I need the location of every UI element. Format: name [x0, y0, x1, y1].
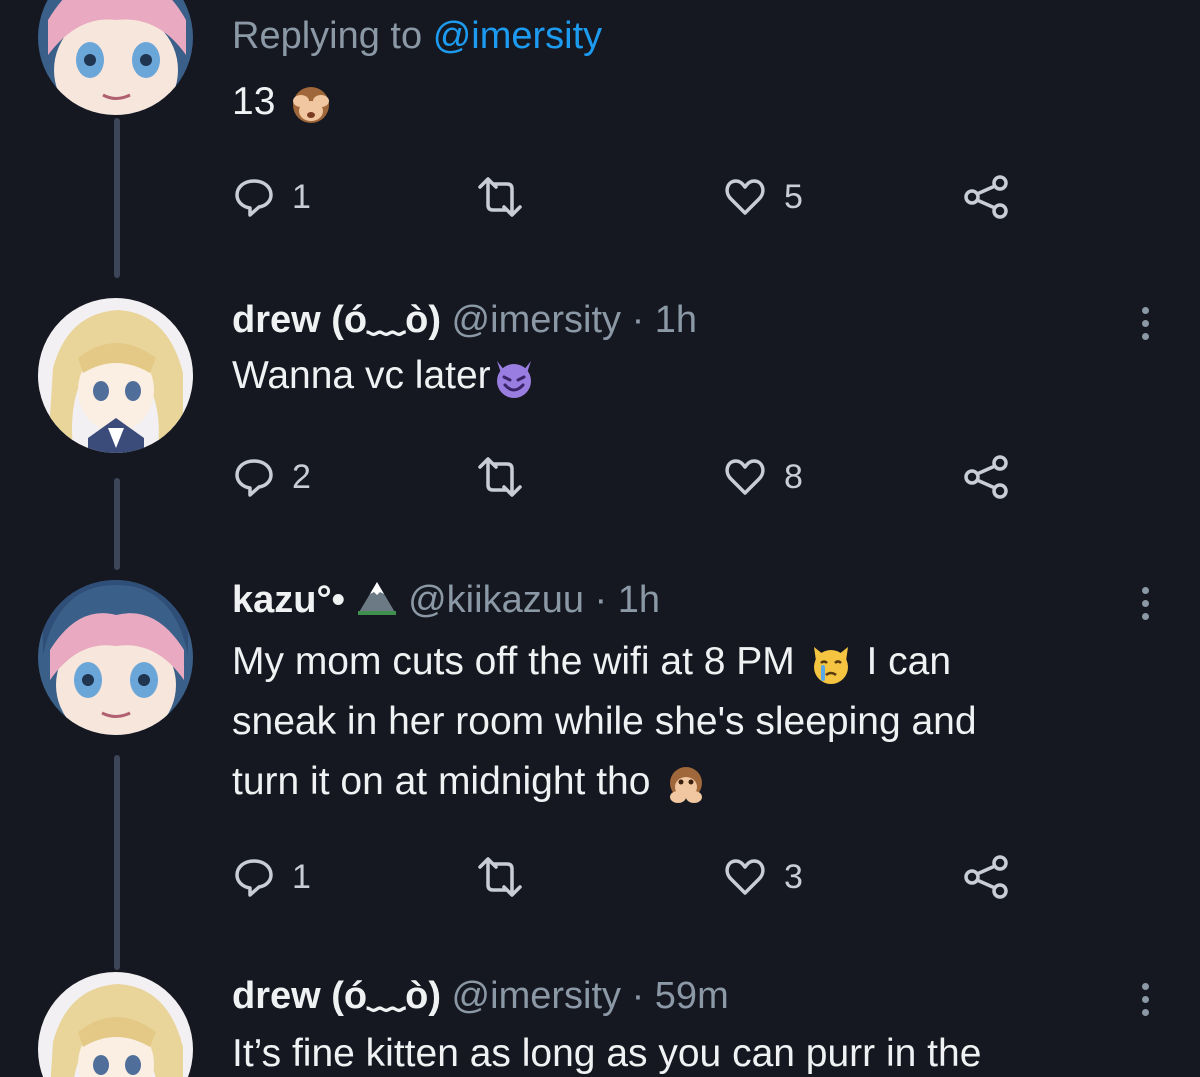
reply-button[interactable]: 1 [232, 172, 311, 222]
separator-dot: · [631, 299, 645, 341]
share-button[interactable] [962, 172, 1012, 222]
reply-thread: Replying to @imersity 13 1 5 drew (ó﹏ò) … [0, 0, 1200, 1077]
tweet-text-content: It’s fine kitten as long as you can purr… [232, 1032, 982, 1075]
tweet-text-line-1: My mom cuts off the wifi at 8 PM [232, 640, 795, 683]
share-icon [964, 175, 1008, 219]
reply-icon [235, 179, 273, 217]
share-icon [964, 455, 1008, 499]
tweet-header: drew (ó﹏ò) @imersity · 1h [232, 298, 1160, 342]
tweet-text: My mom cuts off the wifi at 8 PM I can s… [232, 632, 1160, 812]
reply-button[interactable]: 1 [232, 852, 311, 902]
thread-connector [114, 478, 120, 570]
heart-icon [725, 459, 765, 495]
display-name[interactable]: drew (ó﹏ò) [232, 299, 441, 341]
user-handle[interactable]: @imersity [452, 299, 621, 341]
like-count: 8 [784, 457, 803, 496]
mountain-emoji-icon [357, 582, 396, 615]
retweet-icon [478, 857, 522, 897]
more-vertical-icon [1141, 306, 1149, 314]
thread-connector [114, 755, 120, 970]
anime-avatar-blonde-icon [38, 298, 193, 453]
more-options-button[interactable] [1130, 578, 1160, 628]
crying-cat-emoji-icon [813, 646, 848, 684]
display-name[interactable]: drew (ó﹏ò) [232, 975, 441, 1017]
timestamp[interactable]: 59m [655, 975, 729, 1017]
retweet-button[interactable] [472, 852, 528, 902]
smiling-devil-emoji-icon [496, 360, 531, 398]
tweet-header: drew (ó﹏ò) @imersity · 59m [232, 974, 1160, 1018]
more-options-button[interactable] [1130, 974, 1160, 1024]
like-button[interactable]: 8 [722, 452, 803, 502]
reply-button[interactable]: 2 [232, 452, 311, 502]
tweet-actions: 1 3 [232, 852, 1032, 902]
user-handle[interactable]: @kiikazuu [408, 579, 584, 621]
retweet-icon [478, 457, 522, 497]
like-count: 3 [784, 857, 803, 896]
avatar[interactable] [38, 580, 193, 735]
tweet-text: 13 [232, 72, 1160, 132]
like-button[interactable]: 3 [722, 852, 803, 902]
separator-dot: · [631, 975, 645, 1017]
retweet-button[interactable] [472, 452, 528, 502]
separator-dot: · [594, 579, 608, 621]
tweet-text: It’s fine kitten as long as you can purr… [232, 1024, 1160, 1077]
display-name[interactable]: kazu°• [232, 579, 345, 621]
more-vertical-icon [1141, 586, 1149, 594]
avatar[interactable] [38, 0, 193, 115]
tweet[interactable]: drew (ó﹏ò) @imersity · 1h Wanna vc later [232, 298, 1160, 406]
see-no-evil-monkey-emoji-icon [293, 86, 330, 123]
more-vertical-icon [1141, 982, 1149, 990]
tweet-text-line-2: sneak in her room while she's sleeping a… [232, 700, 977, 743]
share-icon [964, 855, 1008, 899]
tweet-text-content: 13 [232, 80, 276, 123]
retweet-icon [478, 177, 522, 217]
share-button[interactable] [962, 852, 1012, 902]
anime-avatar-pink-hair-icon [38, 0, 193, 115]
heart-icon [725, 179, 765, 215]
replying-to-line: Replying to @imersity [232, 14, 1160, 58]
reply-count: 1 [292, 177, 311, 216]
tweet-text-line-3: turn it on at midnight tho [232, 760, 651, 803]
like-count: 5 [784, 177, 803, 216]
replying-to-label: Replying to [232, 15, 423, 57]
tweet[interactable]: kazu°• @kiikazuu · 1h My mom cuts off th… [232, 578, 1160, 812]
tweet-actions: 2 8 [232, 452, 1032, 502]
tweet-header: kazu°• @kiikazuu · 1h [232, 578, 1160, 622]
avatar[interactable] [38, 298, 193, 453]
tweet-text-line-1-tail: I can [866, 640, 952, 683]
speak-no-evil-monkey-emoji-icon [670, 766, 703, 803]
like-button[interactable]: 5 [722, 172, 803, 222]
tweet-actions: 1 5 [232, 172, 1032, 222]
reply-icon [235, 859, 273, 897]
anime-avatar-pink-hair-icon [38, 580, 193, 735]
thread-connector [114, 118, 120, 278]
anime-avatar-blonde-icon [38, 972, 193, 1077]
timestamp[interactable]: 1h [618, 579, 660, 621]
tweet-text-content: Wanna vc later [232, 354, 491, 397]
reply-icon [235, 459, 273, 497]
replying-to-handle-link[interactable]: @imersity [433, 15, 602, 57]
heart-icon [725, 859, 765, 895]
avatar[interactable] [38, 972, 193, 1077]
tweet-text: Wanna vc later [232, 346, 1160, 406]
timestamp[interactable]: 1h [655, 299, 697, 341]
more-options-button[interactable] [1130, 298, 1160, 348]
tweet[interactable]: drew (ó﹏ò) @imersity · 59m It’s fine kit… [232, 974, 1160, 1077]
user-handle[interactable]: @imersity [452, 975, 621, 1017]
retweet-button[interactable] [472, 172, 528, 222]
share-button[interactable] [962, 452, 1012, 502]
tweet[interactable]: Replying to @imersity 13 [232, 14, 1160, 132]
reply-count: 1 [292, 857, 311, 896]
reply-count: 2 [292, 457, 311, 496]
